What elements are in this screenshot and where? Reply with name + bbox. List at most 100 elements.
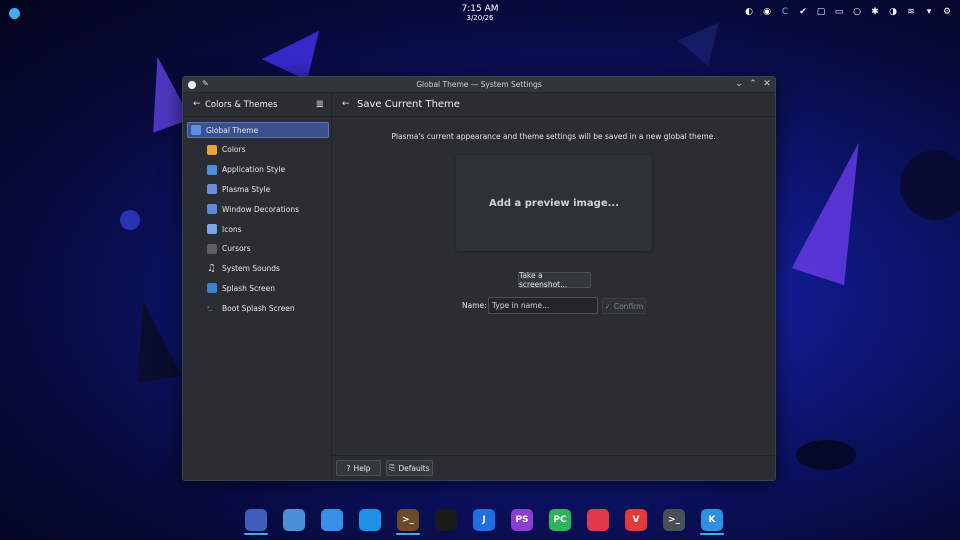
dock-app-blue[interactable] xyxy=(354,505,386,535)
wallpaper-shape xyxy=(120,210,140,230)
wifi-icon[interactable]: ≋ xyxy=(906,7,916,17)
clock[interactable]: 7:15 AM 3/20/26 xyxy=(440,5,520,22)
dock-terminal-cat[interactable]: >_ xyxy=(392,505,424,535)
sidebar-item-application-style[interactable]: Application Style xyxy=(187,162,329,178)
hamburger-menu-icon[interactable]: ≣ xyxy=(316,99,324,110)
record-icon[interactable]: ○ xyxy=(852,7,862,17)
sidebar-item-label: Colors xyxy=(222,145,246,155)
wallpaper-shape xyxy=(900,150,960,220)
dock-vivaldi[interactable]: V xyxy=(620,505,652,535)
help-label: Help xyxy=(353,463,371,473)
sidebar-item-window-decorations[interactable]: Window Decorations xyxy=(187,201,329,217)
sidebar-item-label: System Sounds xyxy=(222,264,280,274)
sidebar-item-label: Global Theme xyxy=(206,125,259,135)
pycharm-icon: PC xyxy=(549,509,571,531)
clipboard-icon[interactable]: ▢ xyxy=(816,7,826,17)
minimize-icon[interactable]: ⌄ xyxy=(735,79,743,89)
take-screenshot-button[interactable]: Take a screenshot... xyxy=(518,271,591,289)
clock-date: 3/20/26 xyxy=(466,14,494,22)
dock-phpstorm[interactable]: PS xyxy=(506,505,538,535)
help-button[interactable]: ? Help xyxy=(336,460,381,476)
sidebar-title: Colors & Themes xyxy=(205,100,278,110)
sidebar-header: ← Colors & Themes ≣ xyxy=(183,93,331,117)
dock-chat[interactable] xyxy=(582,505,614,535)
window-titlebar[interactable]: ✎ Global Theme — System Settings ⌄ ⌃ ✕ xyxy=(183,77,775,93)
console-icon: >_ xyxy=(663,509,685,531)
settings-icon[interactable]: ⚙ xyxy=(942,7,952,17)
blue-app-icon xyxy=(359,509,381,531)
sidebar-item-icons[interactable]: Icons xyxy=(187,221,329,237)
preview-image-area[interactable]: Add a preview image... xyxy=(456,155,652,251)
description-text: Plasma's current appearance and theme se… xyxy=(391,132,716,141)
wallpaper-shape xyxy=(123,296,182,384)
sidebar-item-boot-splash-screen[interactable]: ›_ Boot Splash Screen xyxy=(187,300,329,316)
sidebar-item-label: Icons xyxy=(222,224,242,234)
back-arrow-icon[interactable]: ← xyxy=(193,99,201,109)
vivaldi-icon: V xyxy=(625,509,647,531)
sidebar-item-global-theme[interactable]: Global Theme xyxy=(187,122,329,138)
folder-icon xyxy=(283,509,305,531)
defaults-button[interactable]: ⎘ Defaults xyxy=(386,460,433,476)
app-launcher-icon[interactable] xyxy=(9,8,20,19)
sidebar-item-cursors[interactable]: Cursors xyxy=(187,241,329,257)
task-manager-dock: >_ J PS PC V >_ K xyxy=(240,505,728,535)
chat-icon[interactable]: ▭ xyxy=(834,7,844,17)
footer-bar: ? Help ⎘ Defaults xyxy=(332,455,775,480)
name-label: Name: xyxy=(462,301,487,310)
take-screenshot-label: Take a screenshot... xyxy=(519,271,568,289)
maximize-icon[interactable]: ⌃ xyxy=(749,79,757,89)
sidebar-item-label: Plasma Style xyxy=(222,184,271,194)
defaults-label: Defaults xyxy=(398,463,430,473)
dock-app-switcher[interactable] xyxy=(240,505,272,535)
system-tray: ◐ ◉ C ✔ ▢ ▭ ○ ✱ ◑ ≋ ▾ ⚙ xyxy=(744,7,952,17)
cursors-icon xyxy=(207,243,217,254)
dock-file-manager[interactable] xyxy=(278,505,310,535)
content-header: ← Save Current Theme xyxy=(332,93,775,117)
reset-defaults-icon: ⎘ xyxy=(389,463,396,472)
dock-konsole[interactable]: >_ xyxy=(658,505,690,535)
back-arrow-icon[interactable]: ← xyxy=(342,99,350,109)
dock-mail[interactable] xyxy=(316,505,348,535)
clock-time: 7:15 AM xyxy=(461,4,499,14)
password-manager-icon[interactable]: ◉ xyxy=(762,7,772,17)
chat-bubble-icon xyxy=(587,509,609,531)
check-icon[interactable]: ✔ xyxy=(798,7,808,17)
update-icon[interactable]: ◐ xyxy=(744,7,754,17)
music-note-icon: ♫ xyxy=(207,262,217,274)
name-input[interactable] xyxy=(488,297,598,314)
sidebar-item-plasma-style[interactable]: Plasma Style xyxy=(187,181,329,197)
bluetooth-icon[interactable]: ✱ xyxy=(870,7,880,17)
sidebar-item-label: Splash Screen xyxy=(222,283,276,293)
sidebar: ← Colors & Themes ≣ Global Theme Colors Ap… xyxy=(183,93,332,480)
dock-kde-settings[interactable]: K xyxy=(696,505,728,535)
kde-icon: K xyxy=(701,509,723,531)
mail-icon xyxy=(321,509,343,531)
expand-icon[interactable]: ▾ xyxy=(924,7,934,17)
sidebar-item-colors[interactable]: Colors xyxy=(187,142,329,158)
dock-pycharm[interactable]: PC xyxy=(544,505,576,535)
sync-icon[interactable]: C xyxy=(780,7,790,17)
window-title: Global Theme — System Settings xyxy=(416,80,542,89)
confirm-label: Confirm xyxy=(613,301,644,311)
sidebar-item-splash-screen[interactable]: Splash Screen xyxy=(187,280,329,296)
sidebar-item-label: Application Style xyxy=(222,165,286,175)
confirm-button[interactable]: ✓ Confirm xyxy=(602,298,646,314)
joplin-icon: J xyxy=(473,509,495,531)
dock-obs[interactable] xyxy=(430,505,462,535)
terminal-icon: >_ xyxy=(397,509,419,531)
window-decorations-icon xyxy=(207,204,217,215)
boot-splash-icon: ›_ xyxy=(207,303,217,314)
obs-icon xyxy=(435,509,457,531)
help-icon: ? xyxy=(346,463,351,473)
close-icon[interactable]: ✕ xyxy=(763,79,771,89)
top-panel: 7:15 AM 3/20/26 ◐ ◉ C ✔ ▢ ▭ ○ ✱ ◑ ≋ ▾ ⚙ xyxy=(0,0,960,26)
display-icon[interactable]: ◑ xyxy=(888,7,898,17)
global-theme-icon xyxy=(191,125,201,135)
sidebar-item-label: Cursors xyxy=(222,244,251,254)
plasma-style-icon xyxy=(207,184,217,195)
system-settings-window: ✎ Global Theme — System Settings ⌄ ⌃ ✕ ←… xyxy=(182,76,776,481)
dock-joplin[interactable]: J xyxy=(468,505,500,535)
sidebar-item-system-sounds[interactable]: ♫ System Sounds xyxy=(187,261,329,277)
wallpaper-shape xyxy=(796,440,856,470)
main-content: ← Save Current Theme Plasma's current ap… xyxy=(332,93,775,480)
